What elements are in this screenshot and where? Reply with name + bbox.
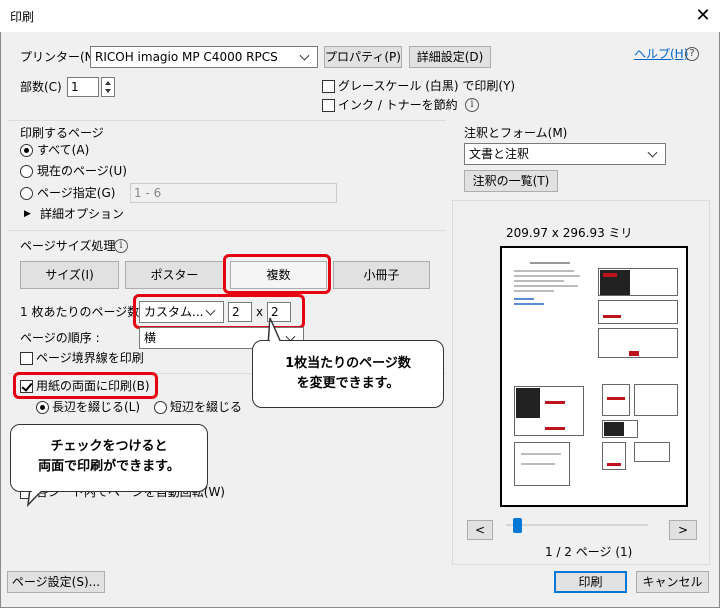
preview-thumbnail [634, 442, 670, 462]
preview-thumbnail [634, 384, 678, 416]
preview-thumbnail [514, 386, 584, 436]
comments-forms-heading: 注釈とフォーム(M) [464, 126, 568, 140]
comments-forms-select[interactable]: 文書と注釈 [464, 143, 666, 165]
preview-page [500, 246, 688, 507]
comments-forms-value: 文書と注釈 [469, 147, 530, 161]
paper-dimensions: 209.97 x 296.93 ミリ [506, 226, 633, 240]
comments-summary-button[interactable]: 注釈の一覧(T) [464, 170, 558, 192]
preview-thumbnail [514, 442, 570, 486]
preview-thumbnail [510, 258, 590, 368]
prev-page-button[interactable]: < [467, 520, 493, 540]
preview-thumbnail [602, 442, 626, 470]
chevron-down-icon [647, 144, 661, 164]
page-indicator: 1 / 2 ページ (1) [545, 545, 633, 559]
preview-thumbnail [598, 300, 678, 324]
preview-thumbnail [598, 268, 678, 296]
preview-thumbnail [602, 420, 638, 438]
page-setup-button[interactable]: ページ設定(S)... [7, 571, 105, 593]
preview-thumbnail [602, 384, 630, 416]
page-slider-track[interactable] [506, 524, 648, 526]
page-slider-thumb[interactable] [513, 518, 522, 533]
preview-thumbnail [598, 328, 678, 358]
print-button[interactable]: 印刷 [554, 571, 627, 593]
cancel-button[interactable]: キャンセル [636, 571, 709, 593]
next-page-button[interactable]: > [669, 520, 697, 540]
